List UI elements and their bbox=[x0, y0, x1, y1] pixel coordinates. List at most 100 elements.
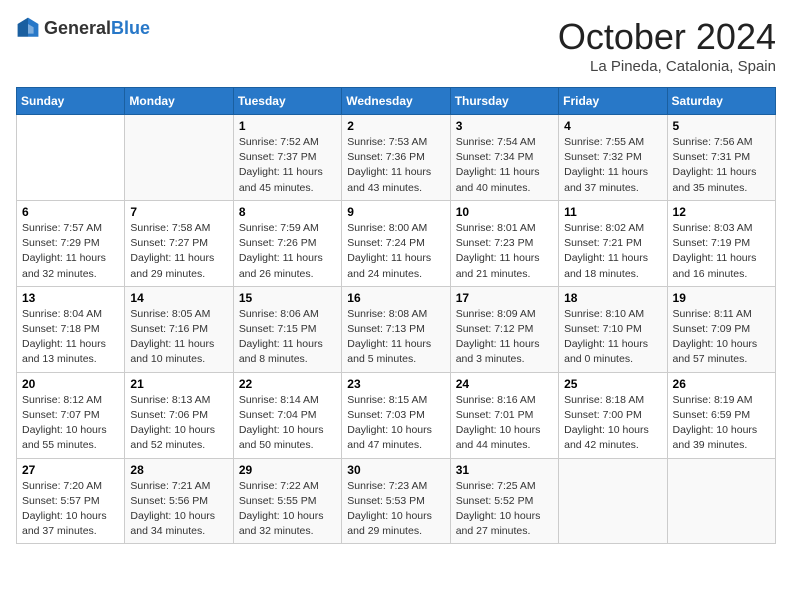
cell-content: Sunrise: 8:04 AMSunset: 7:18 PMDaylight:… bbox=[22, 307, 119, 368]
day-number: 31 bbox=[456, 463, 553, 477]
cell-content: Sunrise: 7:54 AMSunset: 7:34 PMDaylight:… bbox=[456, 135, 553, 196]
calendar-cell bbox=[125, 115, 233, 201]
day-number: 22 bbox=[239, 377, 336, 391]
day-number: 6 bbox=[22, 205, 119, 219]
logo-icon bbox=[16, 16, 40, 40]
calendar-week-2: 6 Sunrise: 7:57 AMSunset: 7:29 PMDaylight… bbox=[17, 200, 776, 286]
day-number: 29 bbox=[239, 463, 336, 477]
calendar-cell: 23 Sunrise: 8:15 AMSunset: 7:03 PMDayligh… bbox=[342, 372, 450, 458]
day-number: 27 bbox=[22, 463, 119, 477]
cell-content: Sunrise: 8:13 AMSunset: 7:06 PMDaylight:… bbox=[130, 393, 227, 454]
calendar-cell: 30 Sunrise: 7:23 AMSunset: 5:53 PMDayligh… bbox=[342, 458, 450, 544]
weekday-header-tuesday: Tuesday bbox=[233, 88, 341, 115]
day-number: 12 bbox=[673, 205, 770, 219]
calendar-week-3: 13 Sunrise: 8:04 AMSunset: 7:18 PMDayligh… bbox=[17, 286, 776, 372]
calendar-cell: 13 Sunrise: 8:04 AMSunset: 7:18 PMDayligh… bbox=[17, 286, 125, 372]
cell-content: Sunrise: 8:15 AMSunset: 7:03 PMDaylight:… bbox=[347, 393, 444, 454]
calendar-week-4: 20Sunrise: 8:12 AMSunset: 7:07 PMDayligh… bbox=[17, 372, 776, 458]
day-number: 30 bbox=[347, 463, 444, 477]
cell-content: Sunrise: 7:56 AMSunset: 7:31 PMDaylight:… bbox=[673, 135, 770, 196]
weekday-header-friday: Friday bbox=[559, 88, 667, 115]
cell-content: Sunrise: 8:01 AMSunset: 7:23 PMDaylight:… bbox=[456, 221, 553, 282]
calendar-cell: 22 Sunrise: 8:14 AMSunset: 7:04 PMDayligh… bbox=[233, 372, 341, 458]
weekday-header-saturday: Saturday bbox=[667, 88, 775, 115]
day-number: 25 bbox=[564, 377, 661, 391]
calendar-cell bbox=[559, 458, 667, 544]
cell-content: Sunrise: 8:02 AMSunset: 7:21 PMDaylight:… bbox=[564, 221, 661, 282]
calendar-cell: 7 Sunrise: 7:58 AMSunset: 7:27 PMDaylight… bbox=[125, 200, 233, 286]
calendar-cell: 2Sunrise: 7:53 AMSunset: 7:36 PMDaylight… bbox=[342, 115, 450, 201]
cell-content: Sunrise: 8:18 AMSunset: 7:00 PMDaylight:… bbox=[564, 393, 661, 454]
day-number: 10 bbox=[456, 205, 553, 219]
calendar-cell: 1 Sunrise: 7:52 AMSunset: 7:37 PMDaylight… bbox=[233, 115, 341, 201]
cell-content: Sunrise: 8:14 AMSunset: 7:04 PMDaylight:… bbox=[239, 393, 336, 454]
day-number: 28 bbox=[130, 463, 227, 477]
calendar-cell: 26Sunrise: 8:19 AMSunset: 6:59 PMDayligh… bbox=[667, 372, 775, 458]
calendar-cell: 9 Sunrise: 8:00 AMSunset: 7:24 PMDaylight… bbox=[342, 200, 450, 286]
calendar-cell: 16Sunrise: 8:08 AMSunset: 7:13 PMDayligh… bbox=[342, 286, 450, 372]
cell-content: Sunrise: 7:55 AMSunset: 7:32 PMDaylight:… bbox=[564, 135, 661, 196]
location-title: La Pineda, Catalonia, Spain bbox=[558, 58, 776, 75]
cell-content: Sunrise: 8:10 AMSunset: 7:10 PMDaylight:… bbox=[564, 307, 661, 368]
logo: GeneralBlue bbox=[16, 16, 150, 40]
day-number: 9 bbox=[347, 205, 444, 219]
cell-content: Sunrise: 7:53 AMSunset: 7:36 PMDaylight:… bbox=[347, 135, 444, 196]
cell-content: Sunrise: 8:06 AMSunset: 7:15 PMDaylight:… bbox=[239, 307, 336, 368]
page-header: GeneralBlue October 2024 La Pineda, Cata… bbox=[16, 16, 776, 75]
cell-content: Sunrise: 7:58 AMSunset: 7:27 PMDaylight:… bbox=[130, 221, 227, 282]
logo-text: GeneralBlue bbox=[44, 18, 150, 39]
cell-content: Sunrise: 8:09 AMSunset: 7:12 PMDaylight:… bbox=[456, 307, 553, 368]
logo-blue: Blue bbox=[111, 18, 150, 38]
day-number: 18 bbox=[564, 291, 661, 305]
cell-content: Sunrise: 7:23 AMSunset: 5:53 PMDaylight:… bbox=[347, 479, 444, 540]
calendar-cell: 14Sunrise: 8:05 AMSunset: 7:16 PMDayligh… bbox=[125, 286, 233, 372]
month-title: October 2024 bbox=[558, 16, 776, 58]
calendar-cell: 15 Sunrise: 8:06 AMSunset: 7:15 PMDayligh… bbox=[233, 286, 341, 372]
day-number: 23 bbox=[347, 377, 444, 391]
calendar-cell: 28 Sunrise: 7:21 AMSunset: 5:56 PMDayligh… bbox=[125, 458, 233, 544]
calendar-cell: 4Sunrise: 7:55 AMSunset: 7:32 PMDaylight… bbox=[559, 115, 667, 201]
logo-general: General bbox=[44, 18, 111, 38]
day-number: 7 bbox=[130, 205, 227, 219]
calendar-table: SundayMondayTuesdayWednesdayThursdayFrid… bbox=[16, 87, 776, 544]
day-number: 19 bbox=[673, 291, 770, 305]
weekday-header-sunday: Sunday bbox=[17, 88, 125, 115]
cell-content: Sunrise: 8:00 AMSunset: 7:24 PMDaylight:… bbox=[347, 221, 444, 282]
calendar-cell: 5 Sunrise: 7:56 AMSunset: 7:31 PMDaylight… bbox=[667, 115, 775, 201]
calendar-cell: 21Sunrise: 8:13 AMSunset: 7:06 PMDayligh… bbox=[125, 372, 233, 458]
cell-content: Sunrise: 7:57 AMSunset: 7:29 PMDaylight:… bbox=[22, 221, 119, 282]
cell-content: Sunrise: 8:12 AMSunset: 7:07 PMDaylight:… bbox=[22, 393, 119, 454]
calendar-week-5: 27 Sunrise: 7:20 AMSunset: 5:57 PMDayligh… bbox=[17, 458, 776, 544]
calendar-cell bbox=[667, 458, 775, 544]
day-number: 15 bbox=[239, 291, 336, 305]
calendar-week-1: 1 Sunrise: 7:52 AMSunset: 7:37 PMDaylight… bbox=[17, 115, 776, 201]
cell-content: Sunrise: 8:03 AMSunset: 7:19 PMDaylight:… bbox=[673, 221, 770, 282]
weekday-header-thursday: Thursday bbox=[450, 88, 558, 115]
day-number: 26 bbox=[673, 377, 770, 391]
day-number: 8 bbox=[239, 205, 336, 219]
cell-content: Sunrise: 8:11 AMSunset: 7:09 PMDaylight:… bbox=[673, 307, 770, 368]
calendar-cell: 3Sunrise: 7:54 AMSunset: 7:34 PMDaylight… bbox=[450, 115, 558, 201]
cell-content: Sunrise: 7:52 AMSunset: 7:37 PMDaylight:… bbox=[239, 135, 336, 196]
cell-content: Sunrise: 7:59 AMSunset: 7:26 PMDaylight:… bbox=[239, 221, 336, 282]
weekday-header-row: SundayMondayTuesdayWednesdayThursdayFrid… bbox=[17, 88, 776, 115]
day-number: 24 bbox=[456, 377, 553, 391]
weekday-header-wednesday: Wednesday bbox=[342, 88, 450, 115]
calendar-cell: 31 Sunrise: 7:25 AMSunset: 5:52 PMDayligh… bbox=[450, 458, 558, 544]
cell-content: Sunrise: 7:25 AMSunset: 5:52 PMDaylight:… bbox=[456, 479, 553, 540]
calendar-cell: 19 Sunrise: 8:11 AMSunset: 7:09 PMDayligh… bbox=[667, 286, 775, 372]
calendar-cell: 10 Sunrise: 8:01 AMSunset: 7:23 PMDayligh… bbox=[450, 200, 558, 286]
title-section: October 2024 La Pineda, Catalonia, Spain bbox=[558, 16, 776, 75]
day-number: 5 bbox=[673, 119, 770, 133]
cell-content: Sunrise: 7:21 AMSunset: 5:56 PMDaylight:… bbox=[130, 479, 227, 540]
calendar-cell: 20Sunrise: 8:12 AMSunset: 7:07 PMDayligh… bbox=[17, 372, 125, 458]
calendar-cell bbox=[17, 115, 125, 201]
calendar-cell: 18 Sunrise: 8:10 AMSunset: 7:10 PMDayligh… bbox=[559, 286, 667, 372]
day-number: 1 bbox=[239, 119, 336, 133]
day-number: 17 bbox=[456, 291, 553, 305]
weekday-header-monday: Monday bbox=[125, 88, 233, 115]
cell-content: Sunrise: 7:20 AMSunset: 5:57 PMDaylight:… bbox=[22, 479, 119, 540]
calendar-cell: 29Sunrise: 7:22 AMSunset: 5:55 PMDayligh… bbox=[233, 458, 341, 544]
day-number: 13 bbox=[22, 291, 119, 305]
calendar-cell: 24Sunrise: 8:16 AMSunset: 7:01 PMDayligh… bbox=[450, 372, 558, 458]
